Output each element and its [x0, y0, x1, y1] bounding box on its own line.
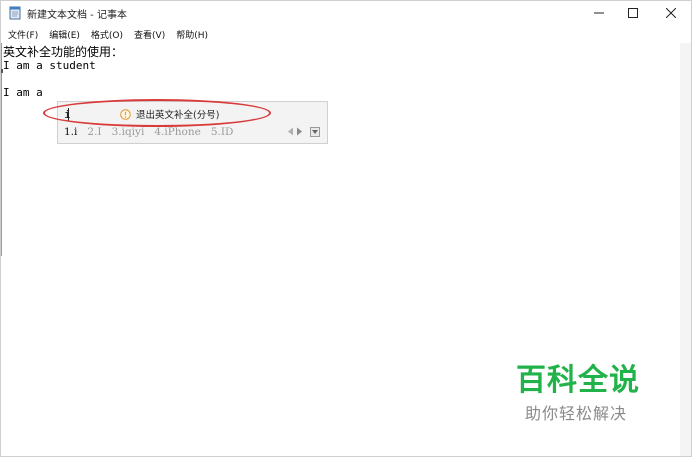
candidate-page-arrows [287, 127, 303, 136]
notepad-window: 新建文本文档 - 记事本 文件(F) 编辑(E) 格式(O) 查看(V) 帮助(… [0, 0, 692, 457]
title-bar[interactable]: 新建文本文档 - 记事本 [1, 1, 691, 25]
chevron-down-icon [312, 130, 318, 134]
menu-help[interactable]: 帮助(H) [172, 28, 212, 41]
maximize-icon [628, 8, 638, 18]
minimize-icon [594, 12, 604, 14]
candidate-item[interactable]: 3.iqiyi [112, 126, 145, 138]
text-caret [1, 69, 3, 73]
maximize-button[interactable] [615, 1, 651, 25]
watermark-title: 百科全说 [516, 363, 640, 398]
next-page-icon[interactable] [296, 127, 303, 136]
watermark: 百科全说 助你轻松解决 [516, 365, 646, 424]
notepad-icon [9, 6, 21, 20]
candidate-list: 1.i 2.I 3.iqiyi 4.iPhone 5.ID [64, 126, 243, 138]
window-title: 新建文本文档 - 记事本 [27, 10, 127, 21]
text-line: 英文补全功能的使用： [3, 45, 124, 59]
candidate-expand-button[interactable] [310, 127, 320, 137]
vertical-scrollbar[interactable] [680, 43, 691, 456]
close-icon [666, 8, 676, 18]
candidate-item[interactable]: 1.i [64, 126, 77, 138]
menu-file[interactable]: 文件(F) [4, 28, 42, 41]
watermark-subtitle: 助你轻松解决 [525, 404, 628, 423]
red-highlight-ellipse [43, 99, 271, 127]
menu-view[interactable]: 查看(V) [130, 28, 169, 41]
text-line: I am a [3, 86, 43, 99]
minimize-button[interactable] [581, 1, 617, 25]
candidate-item[interactable]: 2.I [87, 126, 101, 138]
text-line: I am a student [3, 59, 96, 72]
menu-bar: 文件(F) 编辑(E) 格式(O) 查看(V) 帮助(H) [1, 26, 691, 42]
previous-page-icon[interactable] [287, 127, 294, 136]
menu-edit[interactable]: 编辑(E) [45, 28, 84, 41]
candidate-item[interactable]: 5.ID [211, 126, 234, 138]
candidate-item[interactable]: 4.iPhone [154, 126, 201, 138]
close-button[interactable] [653, 1, 689, 25]
menu-format[interactable]: 格式(O) [87, 28, 127, 41]
